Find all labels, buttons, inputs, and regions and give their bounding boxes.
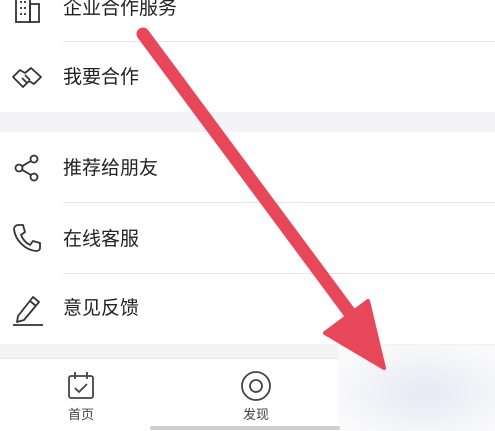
tab-label: 首页 bbox=[67, 408, 94, 423]
menu-item-feedback[interactable]: 意见反馈 bbox=[0, 274, 495, 344]
share-icon bbox=[10, 151, 44, 185]
tab-label: 发现 bbox=[242, 408, 269, 423]
menu-item-recommend[interactable]: 推荐给朋友 bbox=[0, 132, 495, 202]
discover-icon bbox=[239, 369, 273, 403]
calendar-icon bbox=[64, 369, 98, 403]
menu-item-enterprise-service[interactable]: 企业合作服务 bbox=[0, 0, 495, 42]
home-indicator bbox=[150, 426, 340, 430]
building-icon bbox=[10, 0, 44, 26]
settings-screen: 企业合作服务 我要合作 推荐给朋友 在线客服 意见反馈 首页 发现 bbox=[0, 0, 495, 431]
section-gap bbox=[0, 112, 495, 132]
menu-item-label: 企业合作服务 bbox=[63, 0, 178, 19]
menu-item-label: 意见反馈 bbox=[63, 297, 140, 319]
pencil-icon bbox=[10, 292, 44, 326]
menu-item-label: 我要合作 bbox=[63, 66, 140, 88]
menu-item-cooperate[interactable]: 我要合作 bbox=[0, 42, 495, 112]
tab-discover[interactable]: 发现 bbox=[211, 369, 301, 429]
menu-item-label: 推荐给朋友 bbox=[63, 157, 159, 179]
blurred-region bbox=[338, 346, 495, 431]
phone-icon bbox=[10, 221, 44, 255]
menu-item-online-service[interactable]: 在线客服 bbox=[0, 203, 495, 273]
menu-item-label: 在线客服 bbox=[63, 228, 140, 250]
tab-home[interactable]: 首页 bbox=[36, 369, 126, 429]
handshake-icon bbox=[10, 60, 44, 94]
